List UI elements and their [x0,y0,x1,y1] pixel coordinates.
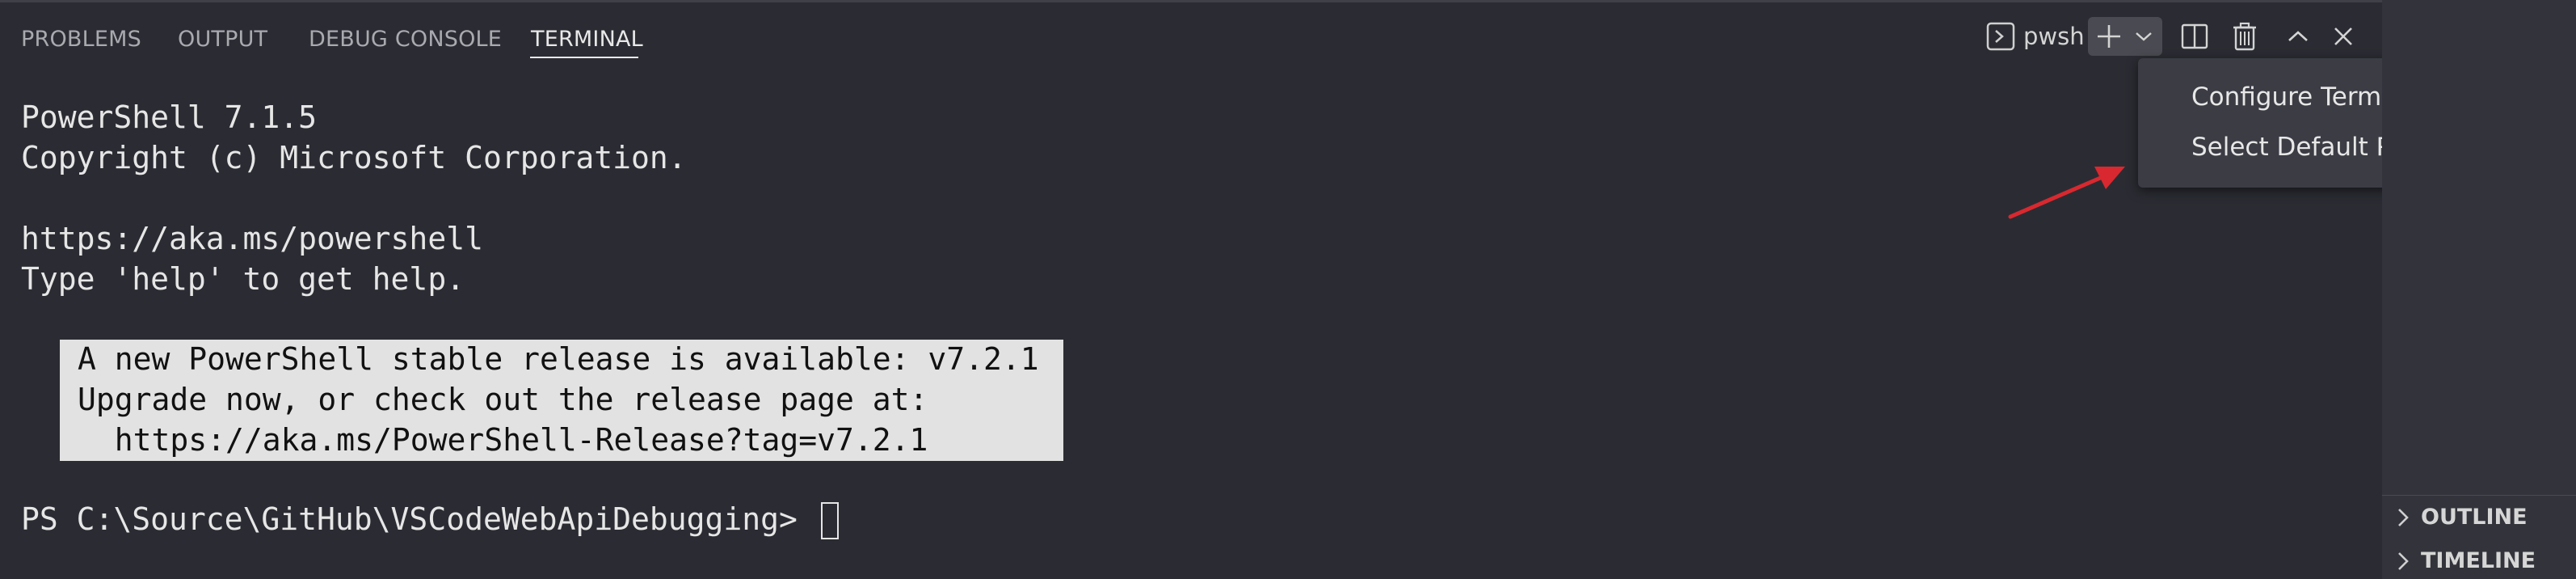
terminal-prompt: PS C:\Source\GitHub\VSCodeWebApiDebuggin… [21,501,816,537]
notice-line: A new PowerShell stable release is avail… [78,341,1039,377]
terminal-line: PowerShell 7.1.5 [21,99,318,135]
trash-icon[interactable] [2229,19,2261,53]
notice-line: Upgrade now, or check out the release pa… [78,382,928,417]
sidebar-section-timeline[interactable]: TIMELINE [2393,548,2536,573]
terminal-line: Copyright (c) Microsoft Corporation. [21,140,687,175]
explorer-sidebar [2382,0,2576,579]
tab-output[interactable]: OUTPUT [178,27,267,52]
chevron-right-icon [2398,552,2409,570]
annotation-arrow-icon [2008,167,2125,219]
terminal-cursor [821,502,839,539]
sidebar-divider [2382,495,2576,496]
split-editor-icon[interactable] [2178,19,2211,53]
terminal-profile-label[interactable]: pwsh [2023,23,2085,50]
terminal-icon[interactable] [1986,21,2015,52]
plus-icon[interactable] [2093,19,2125,53]
tab-debug-console[interactable]: DEBUG CONSOLE [309,27,502,52]
update-notice-box: A new PowerShell stable release is avail… [60,340,1063,461]
sidebar-section-label: TIMELINE [2421,548,2536,573]
active-tab-indicator [530,57,638,58]
notice-line: https://aka.ms/PowerShell-Release?tag=v7… [78,422,928,458]
tab-problems[interactable]: PROBLEMS [21,27,141,52]
chevron-up-icon[interactable] [2283,23,2313,50]
sidebar-section-outline[interactable]: OUTLINE [2393,505,2528,530]
sidebar-section-label: OUTLINE [2421,505,2528,530]
terminal-line: Type 'help' to get help. [21,261,465,297]
chevron-down-icon[interactable] [2132,24,2156,49]
terminal-line: https://aka.ms/powershell [21,221,483,256]
tab-terminal[interactable]: TERMINAL [531,27,643,52]
close-icon[interactable] [2329,21,2358,52]
panel-top-border [0,0,2382,2]
chevron-right-icon [2398,508,2409,526]
